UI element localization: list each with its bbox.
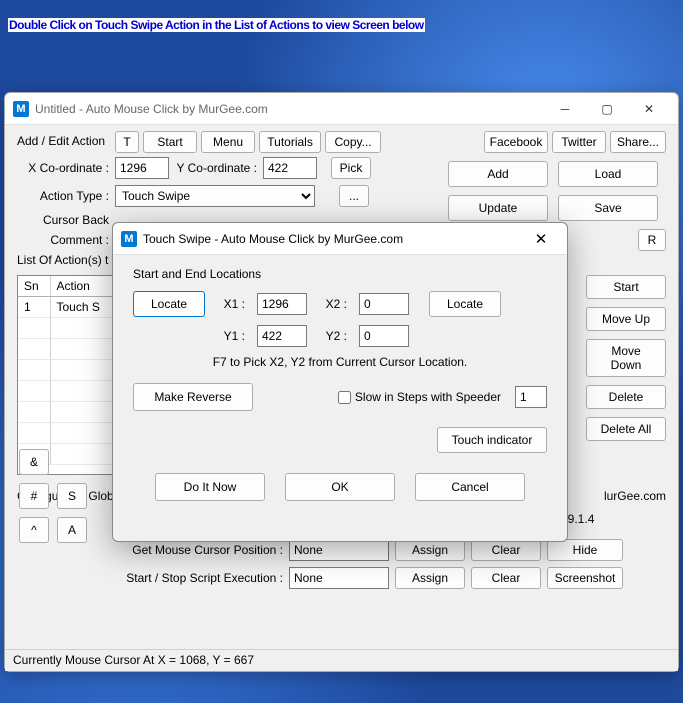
cursor-back-label: Cursor Back [27, 213, 109, 227]
locate-end-button[interactable]: Locate [429, 291, 501, 317]
delete-button[interactable]: Delete [586, 385, 666, 409]
a-button[interactable]: A [57, 517, 87, 543]
window-title: Untitled - Auto Mouse Click by MurGee.co… [35, 102, 544, 116]
ok-button[interactable]: OK [285, 473, 395, 501]
locate-start-button[interactable]: Locate [133, 291, 205, 317]
add-edit-label: Add / Edit Action [17, 134, 105, 148]
assign-button[interactable]: Assign [395, 567, 465, 589]
action-more-button[interactable]: ... [339, 185, 369, 207]
twitter-button[interactable]: Twitter [552, 131, 606, 153]
comment-label: Comment : [27, 233, 109, 247]
load-button[interactable]: Load [558, 161, 658, 187]
r-button[interactable]: R [638, 229, 666, 251]
slow-steps-checkbox[interactable]: Slow in Steps with Speeder [338, 390, 501, 404]
s-button[interactable]: S [57, 483, 87, 509]
x-coord-label: X Co-ordinate : [27, 161, 109, 175]
y2-label: Y2 : [319, 329, 347, 343]
move-up-button[interactable]: Move Up [586, 307, 666, 331]
add-button[interactable]: Add [448, 161, 548, 187]
hint-text: F7 to Pick X2, Y2 from Current Cursor Lo… [133, 355, 547, 369]
amp-button[interactable]: & [19, 449, 49, 475]
hotkey-input[interactable] [289, 539, 389, 561]
menu-button[interactable]: Menu [201, 131, 255, 153]
main-titlebar: M Untitled - Auto Mouse Click by MurGee.… [5, 93, 678, 125]
status-bar: Currently Mouse Cursor At X = 1068, Y = … [5, 649, 678, 671]
speeder-input[interactable] [515, 386, 547, 408]
update-button[interactable]: Update [448, 195, 548, 221]
touch-indicator-button[interactable]: Touch indicator [437, 427, 547, 453]
do-it-now-button[interactable]: Do It Now [155, 473, 265, 501]
x1-input[interactable] [257, 293, 307, 315]
touch-swipe-dialog: M Touch Swipe - Auto Mouse Click by MurG… [112, 222, 568, 542]
copy-button[interactable]: Copy... [325, 131, 381, 153]
x2-label: X2 : [319, 297, 347, 311]
hotkey-label: Start / Stop Script Execution : [107, 571, 283, 585]
murgee-label: lurGee.com [604, 489, 666, 505]
clear-button[interactable]: Clear [471, 539, 541, 561]
pick-button[interactable]: Pick [331, 157, 371, 179]
x2-input[interactable] [359, 293, 409, 315]
tutorials-button[interactable]: Tutorials [259, 131, 321, 153]
minimize-button[interactable]: ─ [544, 95, 586, 123]
t-button[interactable]: T [115, 131, 139, 153]
app-icon: M [13, 101, 29, 117]
y1-label: Y1 : [217, 329, 245, 343]
x-coord-input[interactable] [115, 157, 169, 179]
cancel-button[interactable]: Cancel [415, 473, 525, 501]
move-down-button[interactable]: Move Down [586, 339, 666, 377]
make-reverse-button[interactable]: Make Reverse [133, 383, 253, 411]
y1-input[interactable] [257, 325, 307, 347]
dialog-close-button[interactable]: ✕ [523, 227, 559, 251]
action-type-label: Action Type : [27, 189, 109, 203]
close-button[interactable]: ✕ [628, 95, 670, 123]
y2-input[interactable] [359, 325, 409, 347]
hotkey-label: Get Mouse Cursor Position : [107, 543, 283, 557]
maximize-button[interactable]: ▢ [586, 95, 628, 123]
dialog-title: Touch Swipe - Auto Mouse Click by MurGee… [143, 232, 523, 246]
extra-button[interactable]: Hide [547, 539, 623, 561]
clear-button[interactable]: Clear [471, 567, 541, 589]
app-icon: M [121, 231, 137, 247]
save-button[interactable]: Save [558, 195, 658, 221]
x1-label: X1 : [217, 297, 245, 311]
col-sn: Sn [18, 276, 50, 297]
extra-button[interactable]: Screenshot [547, 567, 623, 589]
instruction-banner: Double Click on Touch Swipe Action in th… [8, 8, 675, 37]
start-top-button[interactable]: Start [143, 131, 197, 153]
y-coord-input[interactable] [263, 157, 317, 179]
caret-button[interactable]: ^ [19, 517, 49, 543]
hash-button[interactable]: # [19, 483, 49, 509]
section-label: Start and End Locations [133, 267, 547, 281]
assign-button[interactable]: Assign [395, 539, 465, 561]
y-coord-label: Y Co-ordinate : [175, 161, 257, 175]
action-type-select[interactable]: Touch Swipe [115, 185, 315, 207]
facebook-button[interactable]: Facebook [484, 131, 548, 153]
delete-all-button[interactable]: Delete All [586, 417, 666, 441]
list-start-button[interactable]: Start [586, 275, 666, 299]
share-button[interactable]: Share... [610, 131, 666, 153]
hotkey-input[interactable] [289, 567, 389, 589]
